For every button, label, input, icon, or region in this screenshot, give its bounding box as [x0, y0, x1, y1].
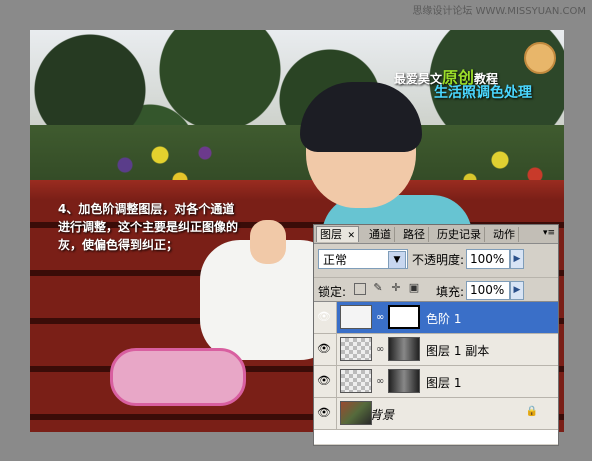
layers-list: 👁 ∞ 色阶 1 👁 ∞ 图层 1 副本 👁 ∞ 图层 1 👁 背景 🔒 [314, 301, 558, 444]
layer-levels-1[interactable]: 👁 ∞ 色阶 1 [314, 302, 558, 334]
link-chain-icon: ∞ [376, 376, 385, 387]
fill-slider-arrow-icon[interactable]: ▶ [510, 281, 524, 300]
instruction-text: 4、加色阶调整图层，对各个通道进行调整，这个主要是纠正图像的灰，使偏色得到纠正； [58, 202, 239, 252]
opacity-input[interactable]: 100% [466, 249, 510, 269]
layer-1-copy[interactable]: 👁 ∞ 图层 1 副本 [314, 334, 558, 366]
layer-1[interactable]: 👁 ∞ 图层 1 [314, 366, 558, 398]
tab-channels[interactable]: 通道 [366, 227, 395, 242]
opacity-label: 不透明度: [412, 253, 465, 267]
fill-label: 填充: [436, 285, 465, 299]
tab-history[interactable]: 历史记录 [434, 227, 485, 242]
photo-bench-top [30, 180, 564, 200]
layers-panel: 图层 ✕ 通道 路径 历史记录 动作 ▾≡ 正常 ▼ 不透明度: 100% ▶ … [313, 224, 559, 446]
layer-thumbnail [340, 337, 372, 361]
lock-transparency-icon[interactable] [354, 283, 366, 295]
lock-label: 锁定: [318, 285, 347, 299]
mascot-logo-icon [524, 42, 556, 74]
tab-layers[interactable]: 图层 ✕ [316, 226, 360, 242]
tab-actions[interactable]: 动作 [490, 227, 519, 242]
visibility-column: 👁 [314, 398, 337, 429]
layer-mask-thumbnail[interactable] [388, 337, 420, 361]
layer-thumbnail [340, 369, 372, 393]
fill-input[interactable]: 100% [466, 281, 510, 300]
eye-icon[interactable]: 👁 [317, 374, 331, 388]
layer-name: 色阶 1 [426, 312, 462, 326]
eye-icon[interactable]: 👁 [317, 342, 331, 356]
panel-menu-icon[interactable]: ▾≡ [543, 228, 555, 238]
layer-mask-thumbnail[interactable] [388, 369, 420, 393]
eye-icon[interactable]: 👁 [317, 406, 331, 420]
logo-subtitle: 生活照调色处理 [434, 85, 532, 101]
visibility-column: 👁 [314, 334, 337, 365]
child-hand [250, 220, 286, 264]
layer-name: 背景 [370, 408, 395, 422]
opacity-slider-arrow-icon[interactable]: ▶ [510, 249, 524, 269]
chevron-down-icon[interactable]: ▼ [388, 251, 406, 269]
watermark-text: 思缘设计论坛 WWW.MISSYUAN.COM [412, 6, 586, 17]
layer-mask-thumbnail[interactable] [388, 305, 420, 329]
link-chain-icon: ∞ [376, 344, 385, 355]
panel-tabs: 图层 ✕ 通道 路径 历史记录 动作 ▾≡ [314, 225, 558, 244]
link-chain-icon: ∞ [376, 312, 385, 323]
lock-all-icon[interactable]: ▣ [408, 282, 420, 294]
layer-name: 图层 1 [426, 376, 462, 390]
blend-opacity-row: 正常 ▼ 不透明度: 100% ▶ [314, 247, 558, 273]
lock-icon: 🔒 [525, 406, 538, 417]
blend-mode-value: 正常 [323, 253, 348, 267]
layer-background[interactable]: 👁 背景 🔒 [314, 398, 558, 430]
layer-thumbnail [340, 401, 372, 425]
visibility-column: 👁 [314, 302, 337, 333]
lock-fill-row: 锁定: ✎ ✛ ▣ 填充: 100% ▶ [314, 277, 558, 302]
lock-brush-icon[interactable]: ✎ [372, 282, 384, 294]
blend-mode-select[interactable]: 正常 ▼ [318, 249, 408, 269]
layer-name: 图层 1 副本 [426, 344, 490, 358]
eye-icon[interactable]: 👁 [317, 310, 331, 324]
tab-close-icon[interactable]: ✕ [348, 231, 356, 241]
visibility-column: 👁 [314, 366, 337, 397]
levels-histogram-icon [340, 305, 372, 329]
tab-layers-label: 图层 [320, 228, 342, 241]
lock-move-icon[interactable]: ✛ [390, 282, 402, 294]
tab-paths[interactable]: 路径 [400, 227, 429, 242]
child-shoe [110, 348, 246, 406]
